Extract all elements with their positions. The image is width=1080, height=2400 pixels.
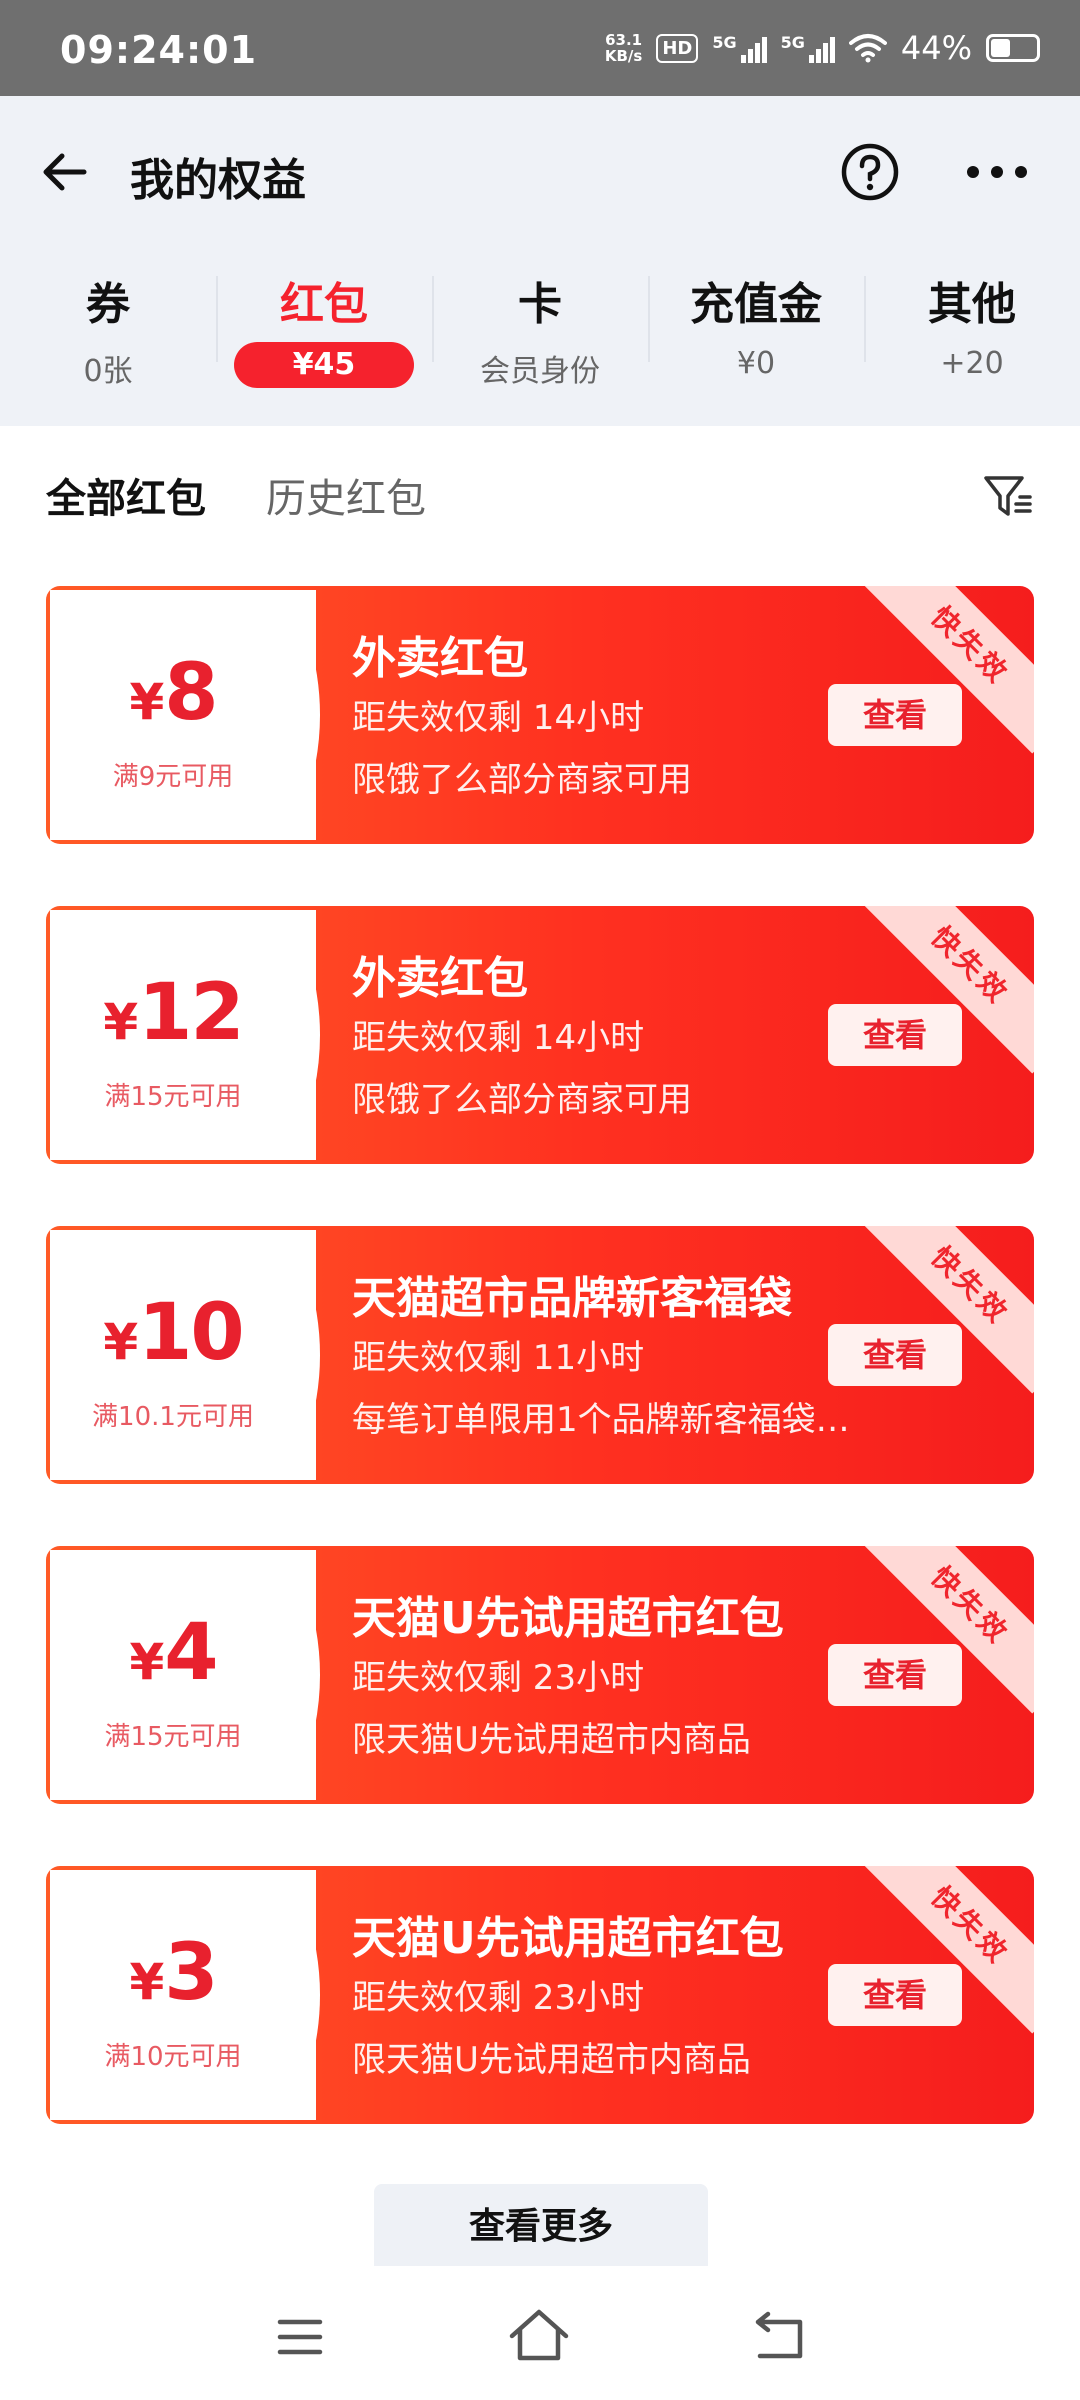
view-more-button[interactable]: 查看更多 [374, 2184, 708, 2268]
tab-coupon[interactable]: 券 0张 [0, 264, 216, 394]
tab-label: 券 [86, 279, 130, 330]
currency-symbol: ¥ [129, 673, 165, 731]
coupon-title: 外卖红包 [352, 633, 528, 684]
signal-icon: 5G [712, 33, 767, 63]
filter-icon[interactable] [982, 470, 1034, 522]
coupon-description: 限饿了么部分商家可用 [352, 760, 692, 800]
signal-icon: 5G [781, 33, 835, 63]
coupon-title: 外卖红包 [352, 953, 528, 1004]
hd-icon: HD [656, 33, 699, 63]
red-packet-list: 全部红包 历史红包 ¥8 满9元可用 外卖红包 距失效仅剩 14小时 限饿了么部… [0, 426, 1080, 2268]
amount-value: 12 [138, 968, 245, 1058]
status-time: 09:24:01 [60, 28, 258, 72]
home-icon[interactable] [508, 2308, 570, 2362]
coupon-expiry: 距失效仅剩 23小时 [352, 1658, 645, 1698]
coupon-title: 天猫U先试用超市红包 [352, 1593, 784, 1644]
question-circle-icon[interactable] [840, 142, 900, 202]
coupon-amount: ¥3 [46, 1928, 300, 2018]
view-button[interactable]: 查看 [828, 684, 962, 746]
wifi-icon [848, 34, 887, 63]
network-speed-unit: KB/s [604, 47, 643, 65]
view-button[interactable]: 查看 [828, 1644, 962, 1706]
signal-label: 5G [712, 33, 737, 52]
tab-history-red-packets[interactable]: 历史红包 [266, 466, 426, 524]
tab-sub: 会员身份 [480, 354, 600, 389]
network-speed-value: 63.1 [605, 31, 643, 49]
sub-tabs: 全部红包 历史红包 [0, 466, 1080, 546]
amount-value: 8 [164, 648, 218, 738]
amount-value: 3 [164, 1928, 218, 2018]
coupon-title: 天猫超市品牌新客福袋 [352, 1273, 792, 1324]
tab-label: 红包 [280, 279, 368, 330]
coupon-description: 限饿了么部分商家可用 [352, 1080, 692, 1120]
coupon-card[interactable]: ¥4 满15元可用 天猫U先试用超市红包 距失效仅剩 23小时 限天猫U先试用超… [46, 1546, 1034, 1804]
coupon-min-spend: 满10元可用 [104, 2042, 242, 2072]
coupon-title: 天猫U先试用超市红包 [352, 1913, 784, 1964]
coupon-expiry: 距失效仅剩 14小时 [352, 1018, 645, 1058]
coupon-amount: ¥12 [46, 968, 300, 1058]
coupon-expiry: 距失效仅剩 23小时 [352, 1978, 645, 2018]
coupon-card[interactable]: ¥8 满9元可用 外卖红包 距失效仅剩 14小时 限饿了么部分商家可用 查看 快… [46, 586, 1034, 844]
arrow-left-icon[interactable] [40, 146, 92, 198]
view-button[interactable]: 查看 [828, 1964, 962, 2026]
currency-symbol: ¥ [129, 1953, 165, 2011]
coupon-amount: ¥10 [46, 1288, 300, 1378]
nav-row: 我的权益 [0, 96, 1080, 246]
tab-sub: +20 [940, 346, 1004, 381]
coupon-amount: ¥4 [46, 1608, 300, 1698]
benefit-tabs: 券 0张 红包 ¥45 卡 会员身份 充值金 ¥0 其他 +20 [0, 264, 1080, 394]
tab-red-packet[interactable]: 红包 ¥45 [216, 264, 432, 394]
amount-value: 10 [138, 1288, 245, 1378]
tab-label: 其他 [928, 279, 1016, 330]
tab-label: 卡 [518, 279, 562, 330]
battery-icon [986, 34, 1040, 62]
coupon-card[interactable]: ¥3 满10元可用 天猫U先试用超市红包 距失效仅剩 23小时 限天猫U先试用超… [46, 1866, 1034, 2124]
coupon-min-spend: 满10.1元可用 [92, 1402, 254, 1432]
back-icon[interactable] [754, 2310, 806, 2360]
network-speed: 63.1 KB/s [605, 32, 642, 64]
currency-symbol: ¥ [103, 1313, 139, 1371]
tab-sub: 0张 [83, 354, 133, 389]
tab-badge: ¥45 [234, 342, 414, 388]
page-title: 我的权益 [130, 155, 306, 206]
system-nav-bar [0, 2266, 1080, 2400]
tab-label: 充值金 [690, 279, 822, 330]
currency-symbol: ¥ [103, 993, 139, 1051]
coupon-description: 每笔订单限用1个品牌新客福袋… [352, 1400, 850, 1440]
tab-other[interactable]: 其他 +20 [864, 264, 1080, 394]
currency-symbol: ¥ [129, 1633, 165, 1691]
tab-recharge[interactable]: 充值金 ¥0 [648, 264, 864, 394]
view-button[interactable]: 查看 [828, 1004, 962, 1066]
status-icons: 63.1 KB/s HD 5G 5G 44% [605, 26, 1040, 70]
coupon-min-spend: 满15元可用 [104, 1722, 242, 1752]
signal-label: 5G [780, 33, 805, 52]
amount-value: 4 [164, 1608, 218, 1698]
battery-percent: 44% [900, 29, 972, 67]
ellipsis-icon[interactable] [964, 162, 1030, 182]
coupon-expiry: 距失效仅剩 11小时 [352, 1338, 645, 1378]
coupon-min-spend: 满9元可用 [112, 762, 234, 792]
coupon-amount: ¥8 [46, 648, 300, 738]
view-button[interactable]: 查看 [828, 1324, 962, 1386]
coupon-min-spend: 满15元可用 [104, 1082, 242, 1112]
coupon-expiry: 距失效仅剩 14小时 [352, 698, 645, 738]
coupon-card[interactable]: ¥10 满10.1元可用 天猫超市品牌新客福袋 距失效仅剩 11小时 每笔订单限… [46, 1226, 1034, 1484]
menu-icon[interactable] [276, 2316, 324, 2358]
coupon-card[interactable]: ¥12 满15元可用 外卖红包 距失效仅剩 14小时 限饿了么部分商家可用 查看… [46, 906, 1034, 1164]
tab-card[interactable]: 卡 会员身份 [432, 264, 648, 394]
tab-sub: ¥0 [736, 346, 776, 381]
header: 我的权益 券 0张 红包 ¥45 卡 会员身份 充值金 ¥0 其他 +20 [0, 96, 1080, 426]
tab-all-red-packets[interactable]: 全部红包 [46, 466, 206, 524]
coupon-description: 限天猫U先试用超市内商品 [352, 1720, 751, 1760]
status-bar: 09:24:01 63.1 KB/s HD 5G 5G 44% [0, 0, 1080, 96]
coupon-description: 限天猫U先试用超市内商品 [352, 2040, 751, 2080]
